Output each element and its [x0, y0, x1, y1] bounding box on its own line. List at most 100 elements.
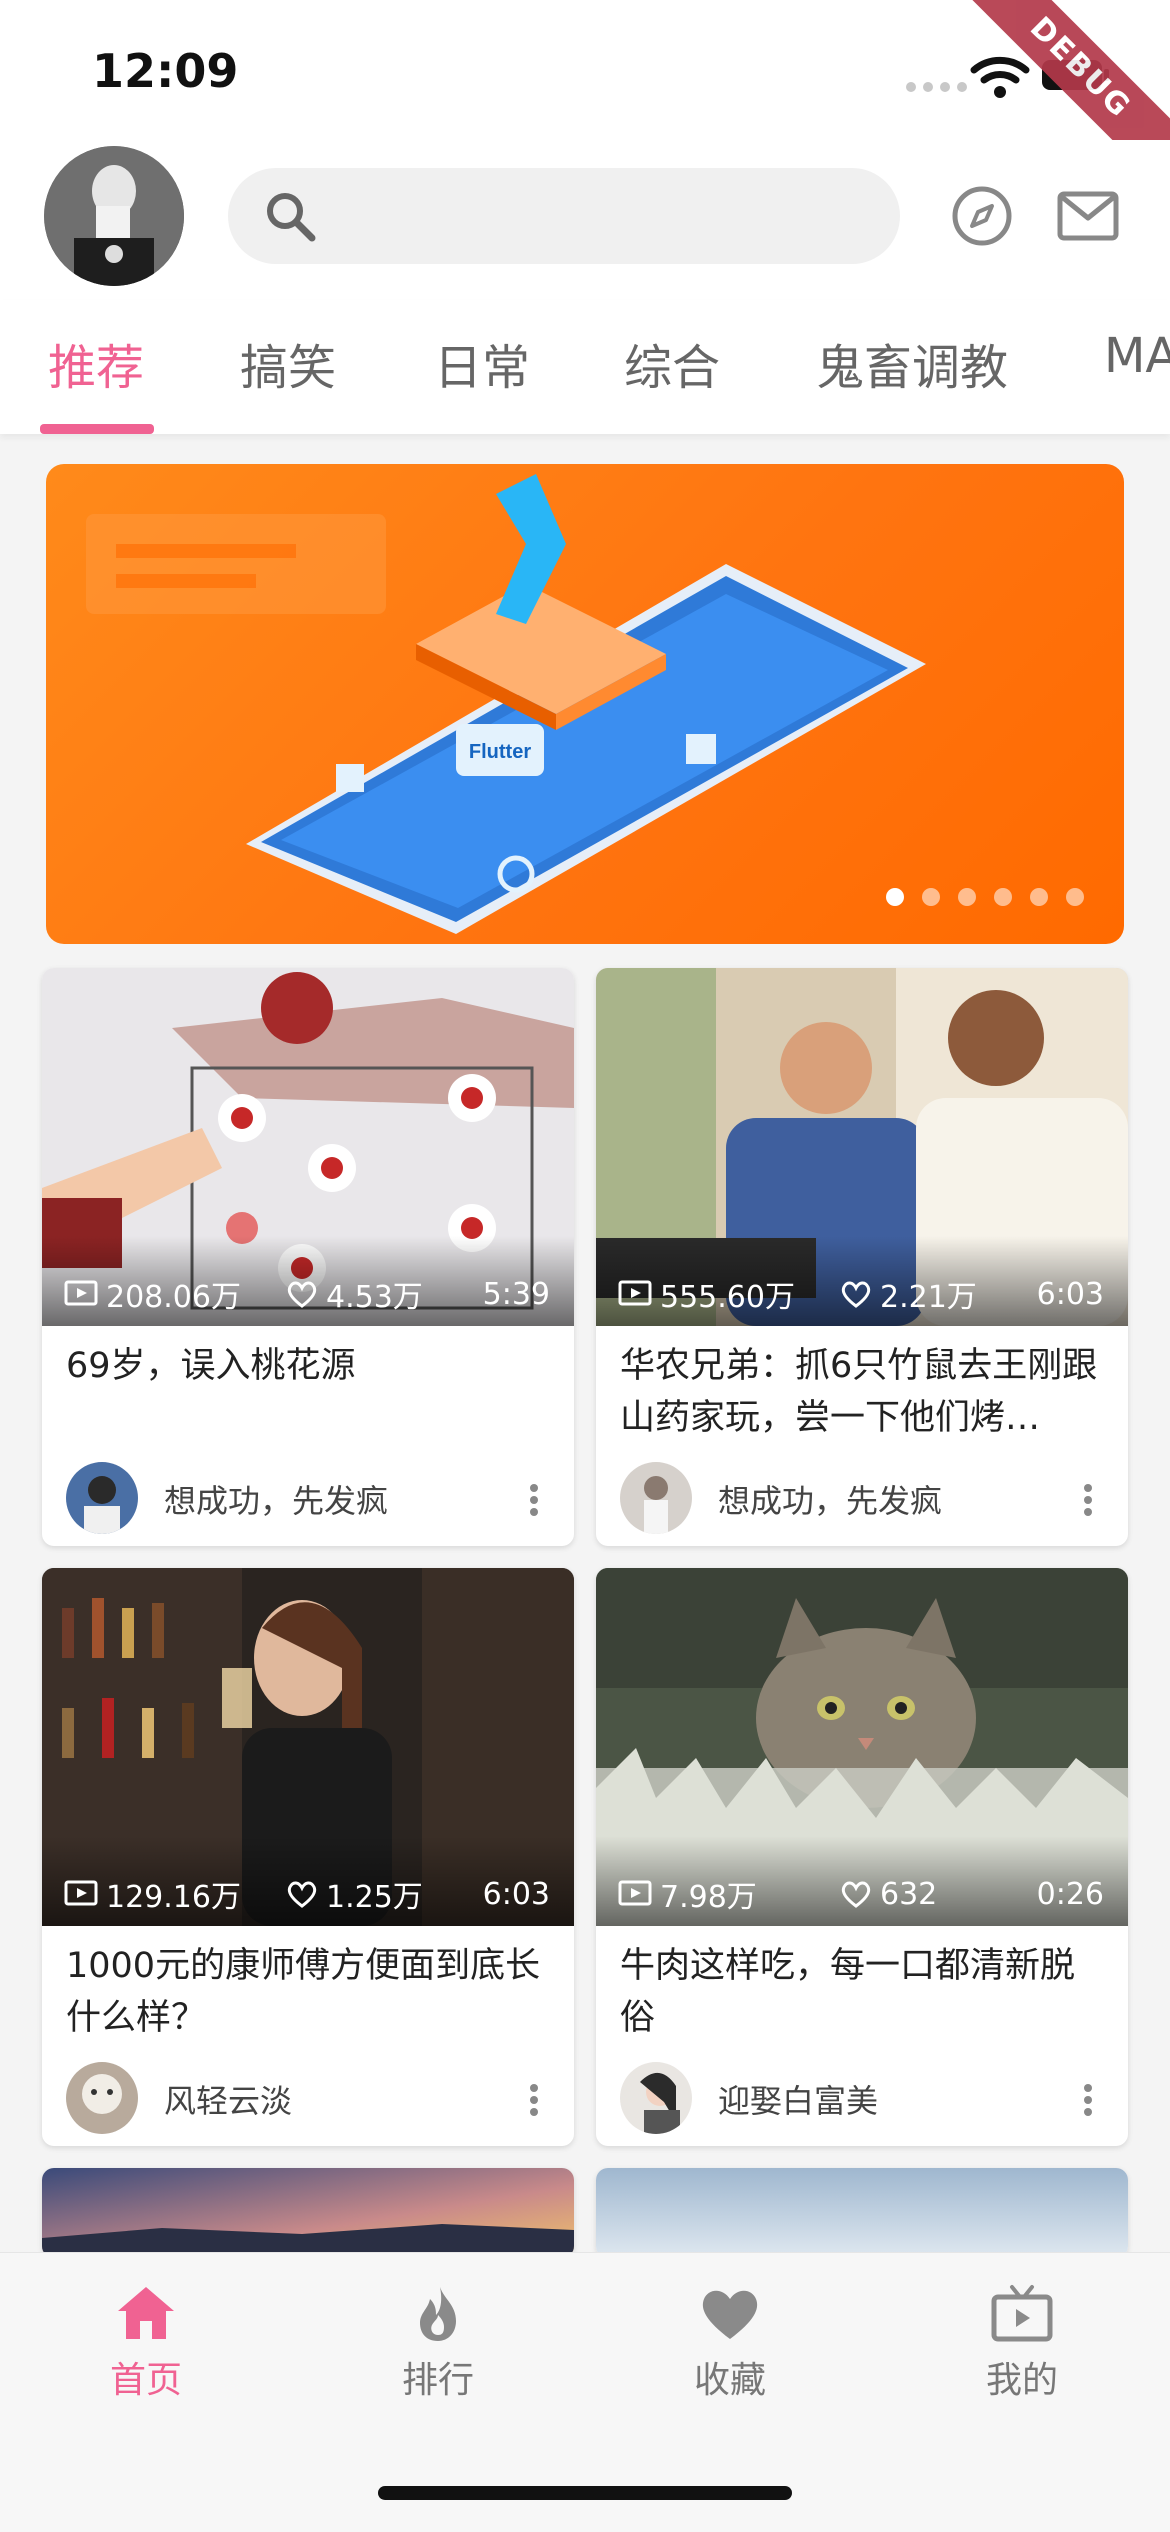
author-avatar[interactable]	[620, 1462, 692, 1534]
banner-pagination	[886, 888, 1084, 906]
nav-ranking[interactable]: 排行	[348, 2283, 528, 2433]
video-stats: 7.98万 632 0:26	[618, 1874, 1104, 1915]
banner-dot[interactable]	[922, 888, 940, 906]
heart-icon	[702, 2290, 758, 2339]
video-duration: 0:26	[1036, 1876, 1104, 1912]
video-title[interactable]: 69岁，误入桃花源	[66, 1340, 550, 1444]
user-avatar[interactable]	[44, 146, 184, 286]
nav-ranking-label: 排行	[401, 2360, 474, 2401]
like-icon	[287, 1881, 317, 1908]
author-avatar-image	[620, 2062, 692, 2134]
banner-flutter-label: Flutter	[469, 741, 531, 763]
like-icon	[841, 1881, 871, 1908]
video-stats: 129.16万 1.25万 6:03	[64, 1874, 550, 1915]
author-avatar[interactable]	[620, 2062, 692, 2134]
avatar-image	[44, 146, 184, 286]
video-thumbnail[interactable]: 7.98万 632 0:26	[596, 1568, 1128, 1926]
top-header	[0, 140, 1170, 300]
video-duration: 5:39	[482, 1276, 550, 1312]
video-thumbnail[interactable]: 555.60万 2.21万 6:03	[596, 968, 1128, 1326]
video-title[interactable]: 牛肉这样吃，每一口都清新脱俗	[620, 1940, 1104, 2044]
banner-dot[interactable]	[958, 888, 976, 906]
author-avatar[interactable]	[66, 1462, 138, 1534]
tab-remix[interactable]: 鬼畜调教	[816, 328, 1008, 398]
view-count: 129.16万	[106, 1880, 241, 1915]
nav-mine-label: 我的	[985, 2360, 1058, 2401]
video-stats: 208.06万 4.53万 5:39	[64, 1274, 550, 1315]
video-card[interactable]: 208.06万 4.53万 5:39 69岁，误入桃花源 想成功，先发疯	[42, 968, 574, 1546]
more-options-icon[interactable]	[528, 1482, 540, 1518]
app-screen: 12:09 DEBUG 推荐 搞笑 日常 综合 鬼畜调教 MA Flutter …	[0, 0, 1170, 2532]
tab-funny[interactable]: 搞笑	[240, 328, 336, 398]
banner-dot[interactable]	[1030, 888, 1048, 906]
nav-home-label: 首页	[109, 2360, 182, 2401]
video-thumbnail[interactable]: 208.06万 4.53万 5:39	[42, 968, 574, 1326]
like-icon	[841, 1281, 871, 1308]
video-thumbnail[interactable]: 129.16万 1.25万 6:03	[42, 1568, 574, 1926]
view-count: 208.06万	[106, 1280, 241, 1315]
play-count-icon	[64, 1280, 98, 1306]
mail-icon[interactable]	[1056, 188, 1120, 244]
tab-ma[interactable]: MA	[1104, 328, 1170, 384]
like-count: 1.25万	[326, 1880, 423, 1915]
video-title[interactable]: 华农兄弟：抓6只竹鼠去王刚跟山药家玩，尝一下他们烤…	[620, 1340, 1104, 1444]
video-stats: 555.60万 2.21万 6:03	[618, 1274, 1104, 1315]
author-avatar-image	[66, 2062, 138, 2134]
banner-dot[interactable]	[1066, 888, 1084, 906]
more-options-icon[interactable]	[1082, 2082, 1094, 2118]
wifi-icon	[970, 56, 1030, 98]
tab-indicator	[40, 424, 154, 434]
search-icon	[267, 193, 316, 242]
banner-dot[interactable]	[886, 888, 904, 906]
status-time: 12:09	[92, 44, 239, 98]
video-duration: 6:03	[482, 1876, 550, 1912]
play-count-icon	[618, 1280, 652, 1306]
tab-general[interactable]: 综合	[624, 328, 720, 398]
video-duration: 6:03	[1036, 1276, 1104, 1312]
play-count-icon	[64, 1880, 98, 1906]
home-indicator	[378, 2486, 792, 2500]
thumbnail-image	[42, 2168, 574, 2258]
like-count: 632	[880, 1876, 938, 1912]
author-name[interactable]: 想成功，先发疯	[718, 1476, 942, 1522]
view-count: 555.60万	[660, 1280, 795, 1315]
nav-favorites[interactable]: 收藏	[640, 2283, 820, 2433]
play-count-icon	[618, 1880, 652, 1906]
video-title[interactable]: 1000元的康师傅方便面到底长什么样？	[66, 1940, 550, 2044]
like-icon	[287, 1281, 317, 1308]
nav-mine[interactable]: 我的	[932, 2283, 1112, 2433]
author-name[interactable]: 想成功，先发疯	[164, 1476, 388, 1522]
view-count: 7.98万	[660, 1880, 757, 1915]
nav-home[interactable]: 首页	[56, 2283, 236, 2433]
home-icon	[118, 2287, 174, 2339]
compass-icon[interactable]	[950, 184, 1014, 248]
author-avatar[interactable]	[66, 2062, 138, 2134]
status-bar: 12:09 DEBUG	[0, 0, 1170, 237]
video-card-partial[interactable]	[596, 2168, 1128, 2258]
banner-carousel[interactable]: Flutter	[46, 464, 1124, 944]
author-avatar-image	[66, 1462, 138, 1534]
search-bar[interactable]	[228, 168, 900, 264]
like-count: 4.53万	[326, 1280, 423, 1315]
tab-daily[interactable]: 日常	[434, 328, 530, 398]
author-name[interactable]: 迎娶白富美	[718, 2076, 878, 2122]
signal-icon	[906, 82, 967, 92]
thumbnail-image	[596, 2168, 1128, 2258]
banner-image: Flutter	[86, 474, 926, 934]
nav-favorites-label: 收藏	[693, 2360, 766, 2401]
like-count: 2.21万	[880, 1280, 977, 1315]
category-tabs: 推荐 搞笑 日常 综合 鬼畜调教 MA	[0, 300, 1170, 434]
video-card[interactable]: 555.60万 2.21万 6:03 华农兄弟：抓6只竹鼠去王刚跟山药家玩，尝一…	[596, 968, 1128, 1546]
more-options-icon[interactable]	[528, 2082, 540, 2118]
author-avatar-image	[620, 1462, 692, 1534]
fire-icon	[420, 2287, 456, 2341]
video-card-partial[interactable]	[42, 2168, 574, 2258]
tab-recommend[interactable]: 推荐	[48, 328, 144, 398]
tv-icon	[991, 2285, 1053, 2342]
video-card[interactable]: 7.98万 632 0:26 牛肉这样吃，每一口都清新脱俗 迎娶白富美	[596, 1568, 1128, 2146]
search-input[interactable]	[338, 168, 878, 264]
author-name[interactable]: 风轻云淡	[164, 2076, 292, 2122]
banner-dot[interactable]	[994, 888, 1012, 906]
video-card[interactable]: 129.16万 1.25万 6:03 1000元的康师傅方便面到底长什么样？ 风…	[42, 1568, 574, 2146]
more-options-icon[interactable]	[1082, 1482, 1094, 1518]
